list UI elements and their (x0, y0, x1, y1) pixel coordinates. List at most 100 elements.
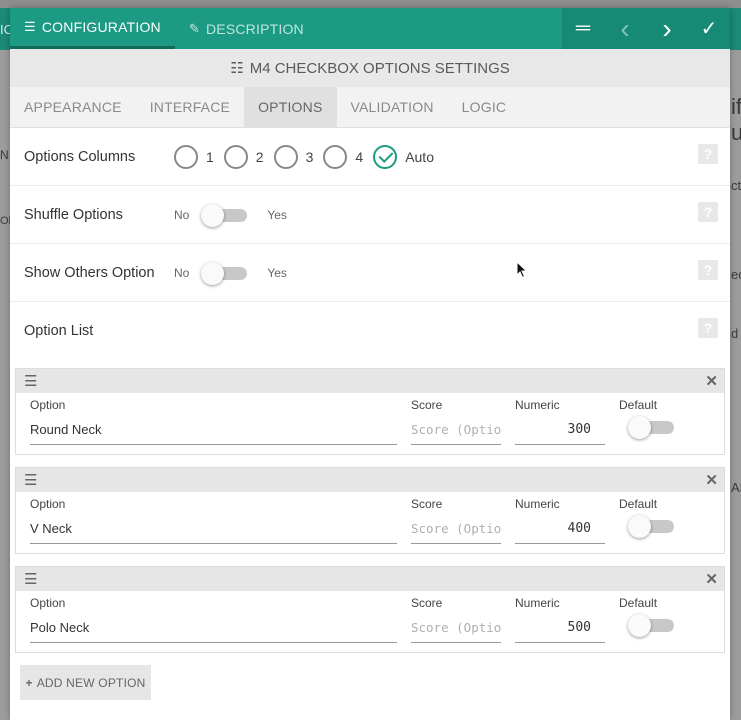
background-right-panel (730, 50, 741, 720)
radio-circle-icon (223, 144, 248, 169)
score-field-label: Score (411, 398, 443, 412)
background-text: ct (731, 178, 741, 193)
option-list-label: Option List (24, 323, 94, 339)
help-icon[interactable]: ? (698, 202, 718, 222)
show-others-toggle-group: No Yes (174, 261, 287, 285)
toggle-knob (628, 614, 651, 637)
option-text-input[interactable]: V Neck (30, 521, 397, 544)
option-text-input[interactable]: Round Neck (30, 422, 397, 445)
close-icon[interactable]: ✕ (705, 372, 718, 390)
option-card-header: ☰ ✕ (16, 567, 724, 591)
numeric-input[interactable]: 500 (515, 620, 605, 643)
show-others-label: Show Others Option (24, 264, 155, 281)
radio-circle-icon (273, 144, 298, 169)
radio-checked-icon (373, 144, 398, 169)
default-toggle[interactable] (628, 514, 676, 538)
numeric-field-label: Numeric (515, 497, 560, 511)
default-toggle[interactable] (628, 613, 676, 637)
toggle-on-label: Yes (267, 207, 287, 222)
drag-handle-icon[interactable]: ☰ (24, 471, 37, 489)
tab-label: CONFIGURATION (41, 19, 161, 35)
default-toggle[interactable] (628, 415, 676, 439)
radio-label: 3 (305, 148, 314, 165)
shuffle-options-toggle[interactable] (201, 203, 249, 227)
option-card: ☰ ✕ Option Round Neck Score Score (Optio… (15, 368, 725, 455)
option-list-row: Option List ? (10, 302, 730, 360)
close-icon[interactable]: ✕ (705, 471, 718, 489)
tab-label: DESCRIPTION (205, 20, 304, 37)
background-text: if (731, 94, 741, 119)
subtab-validation[interactable]: VALIDATION (337, 87, 448, 127)
shuffle-toggle-group: No Yes (174, 203, 287, 227)
show-others-row: Show Others Option No Yes ? (10, 244, 730, 302)
option-field-label: Option (30, 596, 66, 610)
chevron-left-icon: ‹ (620, 12, 630, 44)
list-icon: ☰ (24, 19, 36, 34)
numeric-input[interactable]: 400 (515, 521, 605, 544)
previous-button[interactable]: ‹ (604, 8, 646, 49)
radio-option-2[interactable]: 2 (223, 144, 264, 169)
numeric-field-label: Numeric (515, 596, 560, 610)
option-card-body: Option Polo Neck Score Score (Optional) … (16, 591, 724, 652)
option-card-body: Option Round Neck Score Score (Optional)… (16, 393, 724, 454)
confirm-button[interactable]: ✓ (688, 8, 730, 49)
subtab-interface[interactable]: INTERFACE (136, 87, 244, 127)
drag-handle-icon[interactable]: ☰ (24, 570, 37, 588)
radio-label: 1 (206, 148, 214, 165)
tab-configuration[interactable]: ☰ CONFIGURATION (10, 8, 175, 49)
option-field-label: Option (30, 398, 66, 412)
toggle-knob (201, 203, 225, 227)
radio-label: 4 (355, 148, 364, 165)
radio-option-auto[interactable]: Auto (373, 144, 434, 169)
score-field-label: Score (411, 596, 443, 610)
radio-option-4[interactable]: 4 (323, 144, 364, 169)
close-icon[interactable]: ✕ (705, 570, 718, 588)
help-icon[interactable]: ? (698, 318, 718, 338)
toggle-knob (201, 261, 225, 285)
radio-label: Auto (405, 148, 434, 165)
show-others-toggle[interactable] (201, 261, 249, 285)
subtab-options[interactable]: OPTIONS (244, 87, 337, 127)
subtab-appearance[interactable]: APPEARANCE (10, 87, 136, 127)
score-input[interactable]: Score (Optional) (411, 620, 501, 643)
shuffle-options-row: Shuffle Options No Yes ? (10, 186, 730, 244)
numeric-input[interactable]: 300 (515, 422, 605, 445)
score-input[interactable]: Score (Optional) (411, 422, 501, 445)
drag-handle-icon: ═ (575, 17, 591, 39)
option-card-body: Option V Neck Score Score (Optional) Num… (16, 492, 724, 553)
drag-handle-button[interactable]: ═ (562, 8, 604, 49)
radio-option-1[interactable]: 1 (174, 144, 214, 169)
option-card-header: ☰ ✕ (16, 468, 724, 492)
radio-circle-icon (174, 144, 198, 169)
help-icon[interactable]: ? (698, 260, 718, 280)
dialog-actions: ═ ‹ › ✓ (562, 8, 730, 49)
background-text: u (731, 120, 741, 145)
option-card: ☰ ✕ Option V Neck Score Score (Optional)… (15, 467, 725, 554)
option-text-input[interactable]: Polo Neck (30, 620, 397, 643)
sliders-icon: ☷ (230, 60, 244, 77)
background-text: IC (0, 22, 10, 37)
background-text: ON (0, 215, 10, 227)
tab-description[interactable]: ✎ DESCRIPTION (175, 8, 318, 49)
help-icon[interactable]: ? (698, 144, 718, 164)
score-input[interactable]: Score (Optional) (411, 521, 501, 544)
next-button[interactable]: › (646, 8, 688, 49)
background-text: N (0, 148, 9, 162)
add-new-option-button[interactable]: + ADD NEW OPTION (20, 665, 151, 700)
radio-option-3[interactable]: 3 (273, 144, 314, 169)
toggle-off-label: No (174, 265, 190, 280)
subtab-logic[interactable]: LOGIC (448, 87, 521, 127)
option-card: ☰ ✕ Option Polo Neck Score Score (Optio n… (15, 566, 725, 653)
drag-handle-icon[interactable]: ☰ (24, 372, 37, 390)
dialog-title: M4 CHECKBOX OPTIONS SETTINGS (249, 59, 510, 77)
dialog-title-bar: ☷ M4 CHECKBOX OPTIONS SETTINGS (10, 49, 730, 87)
default-field-label: Default (619, 497, 658, 511)
feather-icon: ✎ (188, 20, 200, 36)
mouse-cursor-icon (516, 261, 528, 279)
numeric-field-label: Numeric (515, 398, 560, 412)
dialog-topbar: ☰ CONFIGURATION ✎ DESCRIPTION ═ ‹ › ✓ (10, 8, 730, 49)
option-list: ☰ ✕ Option Round Neck Score Score (Optio… (10, 360, 730, 700)
score-field-label: Score (411, 497, 443, 511)
default-field-label: Default (619, 398, 658, 412)
options-settings-dialog: ☰ CONFIGURATION ✎ DESCRIPTION ═ ‹ › ✓ ☷ … (10, 8, 730, 720)
